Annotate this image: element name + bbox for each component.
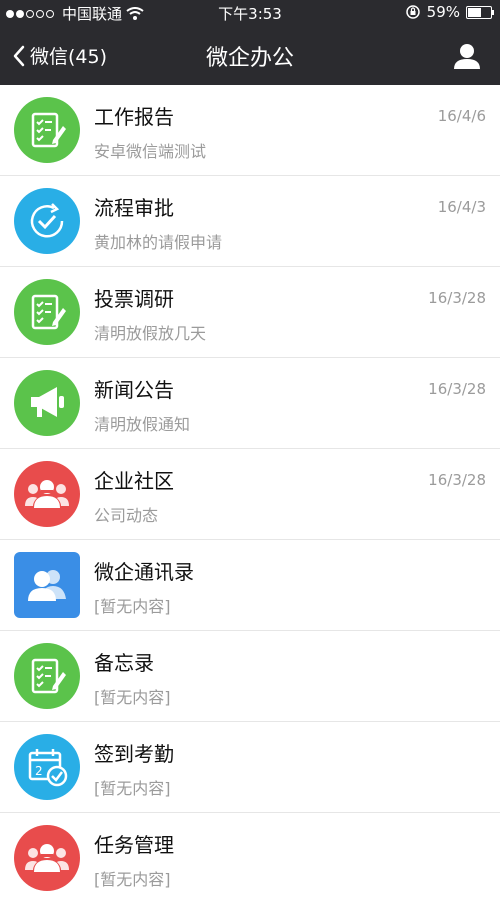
megaphone-icon xyxy=(14,370,80,436)
memo-icon xyxy=(14,643,80,709)
chevron-left-icon xyxy=(13,45,25,66)
calendar-check-icon: 2 xyxy=(14,734,80,800)
item-texts: 工作报告安卓微信端测试 xyxy=(94,101,486,162)
user-profile-icon[interactable] xyxy=(452,41,482,71)
item-subtitle: [暂无内容] xyxy=(94,779,171,798)
list-item[interactable]: 备忘录 [暂无内容] xyxy=(0,631,500,722)
item-subtitle: 安卓微信端测试 xyxy=(94,142,207,161)
item-date: 16/3/28 xyxy=(428,289,486,307)
list-item[interactable]: 新闻公告 清明放假通知 16/3/28 xyxy=(0,358,500,449)
rotation-lock-icon xyxy=(405,5,420,19)
item-subtitle: [暂无内容] xyxy=(94,688,171,707)
list-item[interactable]: 2 签到考勤 [暂无内容] xyxy=(0,722,500,813)
nav-bar: 微信(45) 微企办公 xyxy=(0,25,500,85)
item-subtitle: [暂无内容] xyxy=(94,597,171,616)
vote-icon xyxy=(14,279,80,345)
list-item[interactable]: 企业社区 公司动态 16/3/28 xyxy=(0,449,500,540)
battery-icon xyxy=(466,5,494,19)
list-item[interactable]: 工作报告 安卓微信端测试 16/4/6 xyxy=(0,85,500,176)
approval-icon xyxy=(14,188,80,254)
item-date: 16/4/6 xyxy=(437,107,486,125)
back-label: 微信(45) xyxy=(30,46,108,68)
item-subtitle: 黄加林的请假申请 xyxy=(94,233,223,252)
report-icon xyxy=(14,97,80,163)
item-subtitle: 公司动态 xyxy=(94,506,159,525)
item-name: 微企通讯录 xyxy=(94,560,194,584)
item-subtitle: 清明放假通知 xyxy=(94,415,191,434)
list-item[interactable]: 投票调研 清明放假放几天 16/3/28 xyxy=(0,267,500,358)
task-icon xyxy=(14,825,80,891)
status-bar: 中国联通 下午3:53 59% xyxy=(0,0,500,25)
item-name: 工作报告 xyxy=(94,105,174,129)
battery-percent: 59% xyxy=(426,3,460,21)
back-button[interactable]: 微信(45) xyxy=(12,42,107,69)
list-item[interactable]: 任务管理 [暂无内容] xyxy=(0,813,500,903)
item-date: 16/3/28 xyxy=(428,471,486,489)
item-texts: 签到考勤 [暂无内容] xyxy=(94,738,486,799)
item-name: 签到考勤 xyxy=(94,742,174,766)
item-texts: 任务管理 [暂无内容] xyxy=(94,829,486,890)
item-subtitle: [暂无内容] xyxy=(94,870,171,889)
item-texts: 备忘录 [暂无内容] xyxy=(94,647,486,708)
item-subtitle: 清明放假放几天 xyxy=(94,324,207,343)
item-texts: 微企通讯录 [暂无内容] xyxy=(94,556,486,617)
item-texts: 流程审批黄加林的请假申请 xyxy=(94,192,486,253)
list-item[interactable]: 微企通讯录 [暂无内容] xyxy=(0,540,500,631)
item-date: 16/3/28 xyxy=(428,380,486,398)
app-list: 工作报告 安卓微信端测试 16/4/6 流程审批 黄加林的请假申请 16/4/3 投票调研清… xyxy=(0,85,500,903)
status-right: 59% xyxy=(405,3,494,21)
list-item[interactable]: 流程审批 黄加林的请假申请 16/4/3 xyxy=(0,176,500,267)
community-icon xyxy=(14,461,80,527)
item-date: 16/4/3 xyxy=(437,198,486,216)
svg-text:2: 2 xyxy=(35,764,43,778)
item-name: 备忘录 xyxy=(94,651,154,675)
contacts-icon xyxy=(14,552,80,618)
item-name: 流程审批 xyxy=(94,196,174,220)
item-name: 任务管理 xyxy=(94,833,174,857)
